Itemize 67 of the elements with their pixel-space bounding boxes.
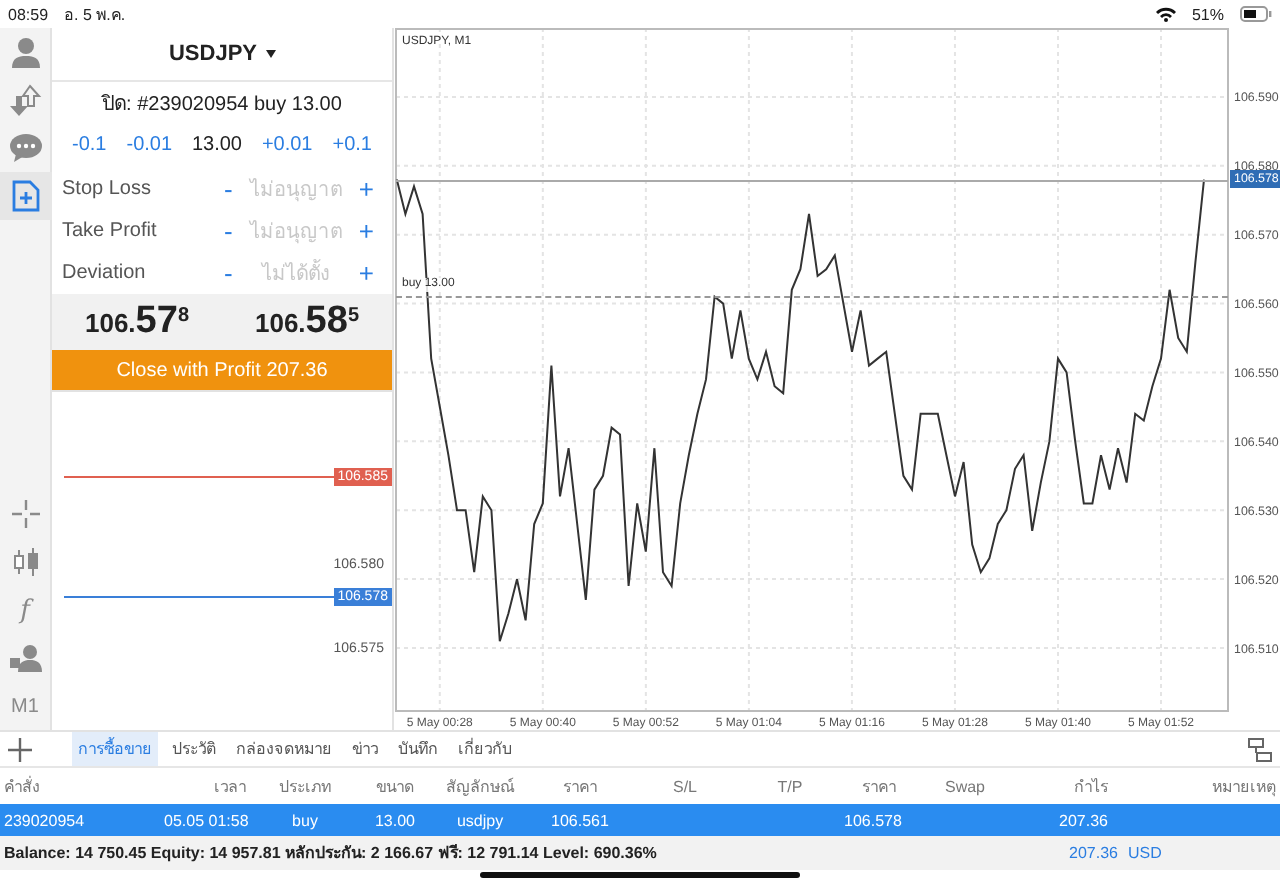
table-cell-text: 05.05 01:58	[162, 811, 250, 829]
quote-price[interactable]: 106.58$^{5}$	[254, 300, 359, 344]
quote-price[interactable]: 106.57$^{8}$	[84, 300, 189, 344]
bottom-tab[interactable]: ข่าว	[346, 732, 384, 766]
table-cell-text: 13.00	[372, 811, 418, 829]
param-label: Take Profit	[62, 220, 159, 242]
volume-value: 13.00	[189, 134, 244, 156]
param-label: Deviation	[62, 262, 148, 284]
toolbar-button[interactable]: M1	[11, 695, 39, 717]
decrease-button[interactable]: -	[218, 174, 239, 204]
decrease-button[interactable]: -	[218, 258, 239, 288]
account-summary: Balance: 14 750.45 Equity: 14 957.81 หลักประกัน: 2 166.67 ฟรี: 12 791.14 Level: 690.36%	[4, 842, 659, 866]
candles-icon[interactable]	[11, 548, 39, 576]
clock: 08:59	[8, 5, 49, 23]
arrows-icon[interactable]	[9, 84, 41, 116]
bottom-tab[interactable]: การซื้อขาย	[72, 732, 158, 766]
battery-percent: 51%	[1191, 5, 1224, 23]
column-header[interactable]: คำสั่ง	[0, 773, 160, 799]
currency: USD	[1126, 844, 1164, 862]
people-icon[interactable]	[9, 644, 41, 672]
volume-step-button[interactable]: -0.01	[122, 134, 177, 156]
column-header[interactable]: เวลา	[160, 773, 250, 799]
table-cell-text: usdjpy	[454, 811, 506, 829]
column-header[interactable]: หมายเหตุ	[1112, 773, 1280, 799]
chat-icon[interactable]	[9, 134, 41, 162]
column-header[interactable]: สัญลักษณ์	[430, 773, 530, 799]
document-plus-icon[interactable]	[11, 180, 39, 212]
volume-step-button[interactable]: +0.01	[257, 134, 317, 156]
param-label: Stop Loss	[62, 178, 153, 200]
bottom-tab[interactable]: บันทึก	[392, 732, 444, 766]
table-row[interactable]: 239020954 05.05 01:58 buy 13.00 usdjpy 106.561 106.578 207.36	[0, 804, 1280, 836]
caret-icon[interactable]	[265, 50, 276, 58]
bottom-tab[interactable]: กล่องจดหมาย	[230, 732, 338, 766]
table-cell-text: 106.578	[842, 811, 900, 829]
bottom-tab[interactable]: ประวัติ	[166, 732, 222, 766]
person-icon[interactable]	[9, 36, 41, 68]
close-order-button[interactable]: Close with Profit 207.36	[52, 350, 392, 390]
decrease-button[interactable]: -	[218, 216, 239, 246]
table-cell-text: buy	[290, 811, 320, 829]
increase-button[interactable]: +	[352, 216, 380, 246]
date: อ. 5 พ.ค.	[64, 3, 126, 27]
crosshair-icon[interactable]	[11, 500, 39, 528]
volume-step-button[interactable]: -0.1	[68, 134, 111, 156]
column-header[interactable]: ประเภท	[250, 773, 360, 799]
symbol-title[interactable]: USDJPY	[168, 42, 258, 66]
battery-icon	[1240, 6, 1272, 22]
layout-icon[interactable]	[1248, 737, 1272, 761]
column-header[interactable]: กำไร	[1030, 773, 1112, 799]
toolbar-tab[interactable]	[0, 172, 51, 220]
increase-button[interactable]: +	[352, 258, 380, 288]
table-cell-text: 239020954	[2, 811, 87, 829]
volume-step-button[interactable]: +0.1	[328, 134, 376, 156]
toolbar-button[interactable]: f	[20, 595, 30, 625]
column-header[interactable]: T/P	[740, 777, 840, 795]
table-cell-text: 106.561	[549, 811, 611, 829]
add-icon[interactable]	[8, 737, 32, 761]
increase-button[interactable]: +	[352, 174, 380, 204]
column-header[interactable]: ราคา	[530, 773, 630, 799]
column-header[interactable]: ราคา	[840, 773, 900, 799]
column-header[interactable]: ขนาด	[360, 773, 430, 799]
order-info: ปิด: #239020954 buy 13.00	[102, 91, 342, 117]
table-cell-text: 207.36	[1057, 811, 1110, 829]
total-profit: 207.36	[1067, 844, 1118, 862]
wifi-icon	[1155, 6, 1176, 22]
column-header[interactable]: Swap	[900, 777, 1030, 795]
column-header[interactable]: S/L	[630, 777, 740, 795]
bottom-tab[interactable]: เกี่ยวกับ	[452, 732, 518, 766]
